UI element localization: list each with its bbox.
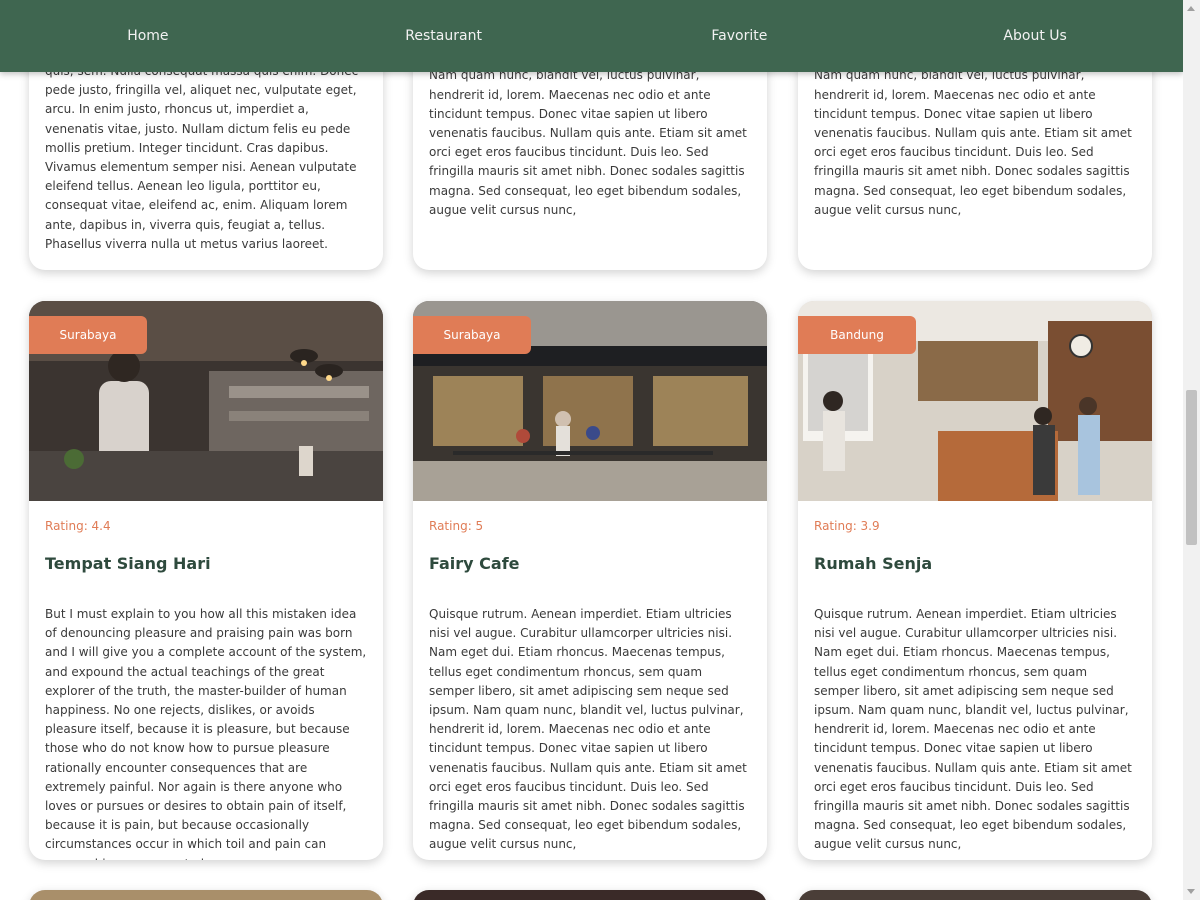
restaurant-name[interactable]: Tempat Siang Hari: [29, 539, 383, 595]
restaurant-image: Surabaya: [413, 301, 767, 501]
page-viewport: quis, sem. Nulla consequat massa quis en…: [0, 0, 1183, 900]
card-description: But I must explain to you how all this m…: [45, 607, 367, 860]
city-badge: Bandung: [798, 316, 916, 354]
scrollbar-thumb[interactable]: [1186, 390, 1197, 545]
nav-restaurant[interactable]: Restaurant: [296, 0, 592, 72]
restaurant-card[interactable]: Bandung Rating: 3.9 Rumah Senja Quisque …: [798, 301, 1152, 860]
vertical-scrollbar[interactable]: [1183, 0, 1200, 900]
scroll-down-arrow-icon[interactable]: [1187, 889, 1195, 894]
rating-text: Rating: 4.4: [45, 519, 111, 533]
city-badge: Surabaya: [29, 316, 147, 354]
restaurant-image: Bandung: [798, 301, 1152, 501]
card-description: quis, sem. Nulla consequat massa quis en…: [45, 64, 358, 251]
restaurant-image: [413, 890, 767, 900]
nav-favorite[interactable]: Favorite: [592, 0, 888, 72]
restaurant-card[interactable]: [798, 890, 1152, 900]
restaurant-card[interactable]: Surabaya Rating: 4.4 Tempat Siang Hari B…: [29, 301, 383, 860]
card-description: Quisque rutrum. Aenean imperdiet. Etiam …: [814, 607, 1132, 852]
restaurant-image: [29, 890, 383, 900]
nav-home[interactable]: Home: [0, 0, 296, 72]
card-description: Quisque rutrum. Aenean imperdiet. Etiam …: [429, 607, 747, 852]
card-description: Nam quam nunc, blandit vel, luctus pulvi…: [814, 68, 1132, 217]
restaurant-image: Surabaya: [29, 301, 383, 501]
restaurant-card[interactable]: Surabaya Rating: 5 Fairy Cafe Quisque ru…: [413, 301, 767, 860]
scroll-up-arrow-icon[interactable]: [1187, 6, 1195, 11]
restaurant-name[interactable]: Rumah Senja: [798, 539, 1152, 595]
city-badge: Surabaya: [413, 316, 531, 354]
card-description: Nam quam nunc, blandit vel, luctus pulvi…: [429, 68, 747, 217]
nav-about-us[interactable]: About Us: [887, 0, 1183, 72]
restaurant-card[interactable]: [29, 890, 383, 900]
rating-text: Rating: 5: [429, 519, 484, 533]
rating-text: Rating: 3.9: [814, 519, 880, 533]
navbar: Home Restaurant Favorite About Us: [0, 0, 1183, 72]
restaurant-card[interactable]: [413, 890, 767, 900]
restaurant-image: [798, 890, 1152, 900]
restaurant-name[interactable]: Fairy Cafe: [413, 539, 767, 595]
